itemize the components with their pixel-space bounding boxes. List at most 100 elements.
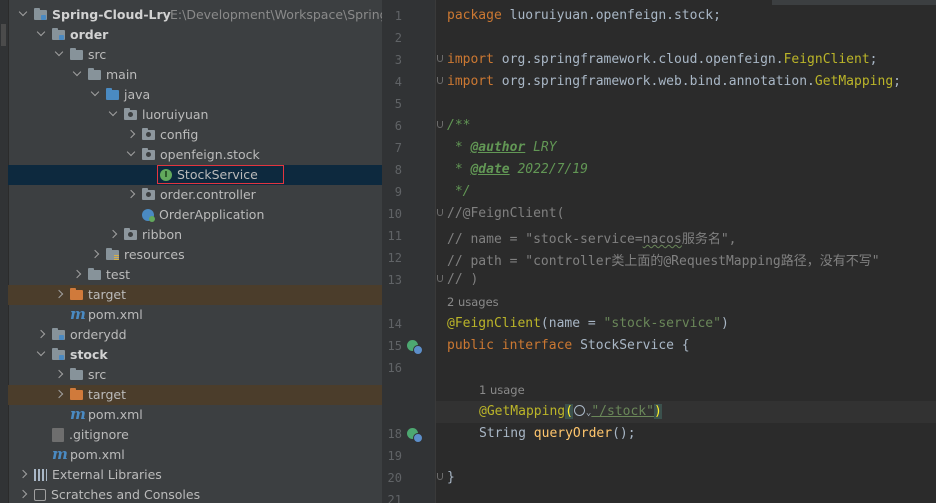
chevron-right-icon[interactable] (18, 489, 28, 499)
tree-node-test[interactable]: test (8, 265, 382, 285)
source-folder-icon (106, 88, 119, 100)
chevron-right-icon[interactable] (108, 229, 118, 239)
code-line[interactable]: // path = "controller类上面的@RequestMapping… (447, 250, 880, 269)
tree-node-pom-xml[interactable]: m pom.xml (8, 405, 382, 425)
code-line[interactable]: /** (447, 118, 470, 133)
resources-folder-icon (106, 248, 119, 261)
tree-node-openfeign-stock[interactable]: openfeign.stock (8, 145, 382, 165)
implementation-gutter-icon[interactable] (406, 427, 423, 443)
tree-node-luoruiyuan[interactable]: luoruiyuan (8, 105, 382, 125)
chevron-down-icon[interactable] (72, 67, 82, 77)
code-token: ; (893, 74, 901, 89)
tree-node-ribbon[interactable]: ribbon (8, 225, 382, 245)
tree-node-orderapplication[interactable]: OrderApplication (8, 205, 382, 225)
line-number: 5 (394, 97, 402, 111)
tree-node-label: target (88, 387, 127, 402)
code-token: /** (447, 118, 471, 133)
chevron-down-icon[interactable] (36, 27, 46, 37)
package-icon (124, 228, 137, 240)
chevron-right-icon[interactable] (126, 189, 136, 199)
tree-node-label: resources (124, 247, 185, 262)
tree-node-config[interactable]: config (8, 125, 382, 145)
tree-node-main[interactable]: main (8, 65, 382, 85)
code-line[interactable]: public interface StockService { (447, 338, 690, 353)
chevron-right-icon[interactable] (54, 369, 64, 379)
fold-marker-icon[interactable] (437, 275, 443, 282)
chevron-down-icon[interactable] (36, 347, 46, 357)
tree-node-external-libraries[interactable]: External Libraries (8, 465, 382, 485)
tree-node-src[interactable]: src (8, 365, 382, 385)
code-line[interactable]: @GetMapping(⌄"/stock") (479, 404, 662, 419)
chevron-down-icon[interactable] (90, 87, 100, 97)
scratches-icon (34, 489, 46, 501)
tree-node-label: ribbon (142, 227, 183, 242)
chevron-right-icon[interactable] (54, 289, 64, 299)
line-number: 2 (394, 31, 402, 45)
project-path: E:\Development\Workspace\Spring-C (170, 7, 382, 22)
tree-node-spring-cloud-lry[interactable]: Spring-Cloud-Lry E:\Development\Workspace… (8, 5, 382, 25)
tree-node-order-controller[interactable]: order.controller (8, 185, 382, 205)
tree-node-orderydd[interactable]: orderydd (8, 325, 382, 345)
code-line[interactable]: * @date 2022/7/19 (447, 162, 588, 177)
chevron-right-icon[interactable] (54, 389, 64, 399)
code-line[interactable]: //@FeignClient( (447, 206, 564, 221)
tree-node-label: Spring-Cloud-Lry (52, 7, 171, 22)
chevron-right-icon[interactable] (126, 129, 136, 139)
line-number: 7 (394, 141, 402, 155)
fold-marker-icon[interactable] (437, 77, 443, 84)
code-line[interactable]: String queryOrder(); (479, 426, 636, 441)
tree-node-resources[interactable]: resources (8, 245, 382, 265)
tree-node-target[interactable]: target (8, 385, 382, 405)
tree-node-pom-xml[interactable]: m pom.xml (8, 445, 382, 465)
tree-node-target[interactable]: target (8, 285, 382, 305)
editor-gutter[interactable]: 123456789101112131415161718192021 (382, 0, 443, 503)
code-line[interactable]: package luoruiyuan.openfeign.stock; (447, 8, 721, 23)
tree-node-label: config (160, 127, 199, 142)
code-editor[interactable]: 123456789101112131415161718192021 packag… (382, 0, 936, 503)
code-line[interactable]: import org.springframework.cloud.openfei… (447, 52, 877, 67)
implementation-gutter-icon[interactable] (406, 339, 423, 355)
project-tab-marker[interactable] (1, 24, 6, 46)
code-line[interactable]: // ) (447, 272, 478, 287)
code-line[interactable]: } (447, 470, 455, 485)
chevron-down-icon[interactable] (108, 107, 118, 117)
fold-marker-icon[interactable] (437, 209, 443, 216)
chevron-right-icon[interactable] (36, 329, 46, 339)
url-globe-icon[interactable] (573, 405, 585, 416)
code-line[interactable]: @FeignClient(name = "stock-service") (447, 316, 729, 331)
tree-node-label: .gitignore (69, 427, 129, 442)
usages-hint[interactable]: 2 usages (447, 295, 499, 309)
line-number: 8 (394, 163, 402, 177)
code-line[interactable]: // name = "stock-service=nacos服务名", (447, 228, 736, 247)
tree-node-stock[interactable]: stock (8, 345, 382, 365)
line-number: 12 (387, 251, 402, 265)
code-token: ( (565, 404, 573, 419)
code-line[interactable]: import org.springframework.web.bind.anno… (447, 74, 901, 89)
chevron-down-icon[interactable] (18, 7, 28, 17)
line-number: 3 (394, 53, 402, 67)
tree-node-stockservice[interactable]: I StockService (8, 165, 382, 185)
code-token: org.springframework.cloud.openfeign. (501, 52, 784, 67)
folder-icon (70, 48, 83, 60)
tree-node-order[interactable]: order (8, 25, 382, 45)
fold-marker-icon[interactable] (437, 121, 443, 128)
tree-node-src[interactable]: src (8, 45, 382, 65)
tree-node-scratches-and-consoles[interactable]: Scratches and Consoles (8, 485, 382, 503)
package-dot-icon (146, 152, 151, 157)
fold-marker-icon[interactable] (437, 55, 443, 62)
code-line[interactable]: * @author LRY (447, 140, 557, 155)
chevron-down-icon[interactable] (54, 47, 64, 57)
chevron-down-icon[interactable] (126, 147, 136, 157)
chevron-right-icon[interactable] (90, 249, 100, 259)
fold-marker-icon[interactable] (437, 473, 443, 480)
ide-window: Spring-Cloud-Lry E:\Development\Workspace… (0, 0, 936, 503)
tree-node-pom-xml[interactable]: m pom.xml (8, 305, 382, 325)
tree-node-gitignore[interactable]: .gitignore (8, 425, 382, 445)
code-line[interactable]: */ (447, 184, 471, 199)
chevron-right-icon[interactable] (72, 269, 82, 279)
usages-hint[interactable]: 1 usage (479, 383, 525, 397)
chevron-right-icon[interactable] (18, 469, 28, 479)
tree-node-java[interactable]: java (8, 85, 382, 105)
line-number: 20 (387, 471, 402, 485)
code-token: * (447, 162, 471, 177)
